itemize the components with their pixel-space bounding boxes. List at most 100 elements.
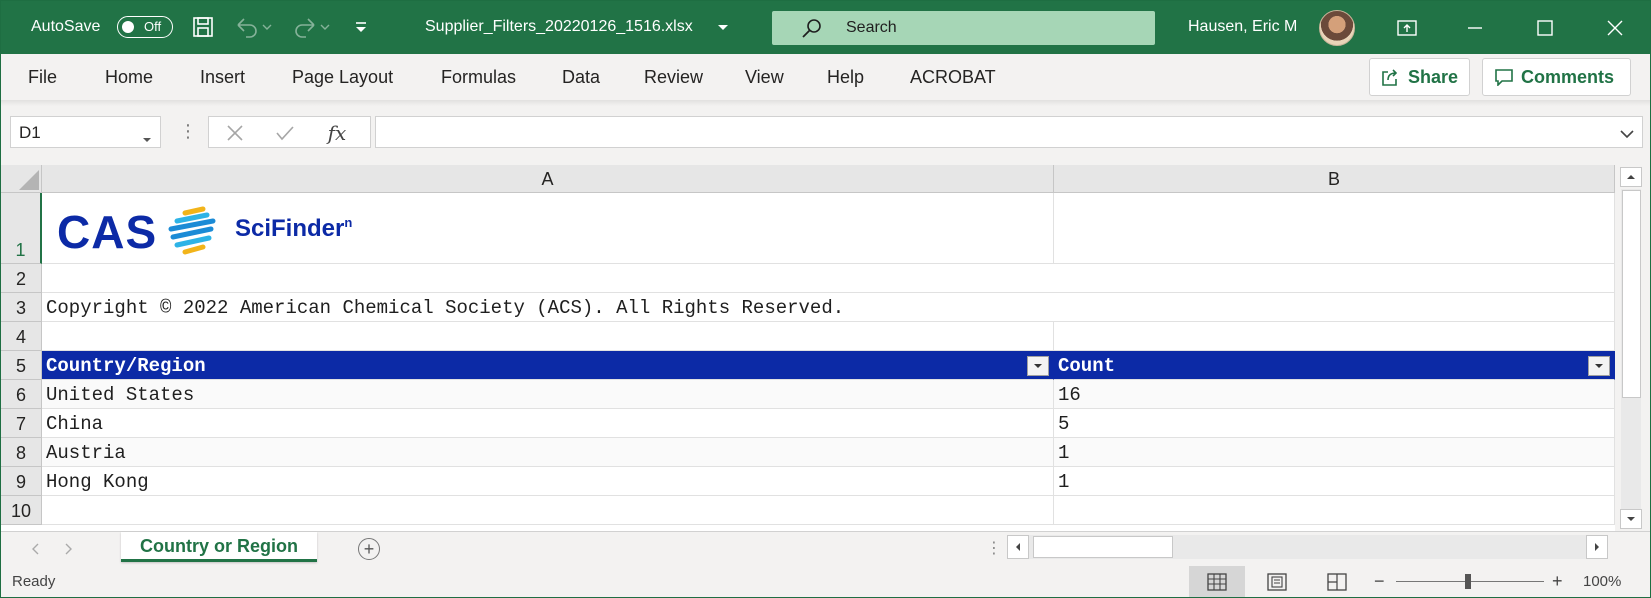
scroll-right-icon[interactable] <box>1586 535 1608 559</box>
row-header-9[interactable]: 9 <box>1 467 42 496</box>
table-cell-country[interactable]: United States <box>42 380 1054 409</box>
ribbon-display-icon[interactable] <box>1373 1 1441 54</box>
normal-view-icon[interactable] <box>1189 566 1245 597</box>
cancel-icon[interactable] <box>223 121 247 145</box>
user-name[interactable]: Hausen, Eric M <box>1188 18 1297 36</box>
comments-button[interactable]: Comments <box>1482 58 1631 96</box>
save-icon[interactable] <box>191 15 215 39</box>
scroll-left-icon[interactable] <box>1007 535 1029 559</box>
menu-view[interactable]: View <box>745 67 784 88</box>
filename-chevron-icon[interactable] <box>717 15 729 39</box>
row-header-10[interactable]: 10 <box>1 496 42 525</box>
sheet-tab-country-or-region[interactable]: Country or Region <box>121 532 317 562</box>
row-header-3[interactable]: 3 <box>1 293 42 322</box>
redo-icon[interactable] <box>291 15 331 39</box>
table-cell-country[interactable]: China <box>42 409 1054 438</box>
cell-a3[interactable]: Copyright © 2022 American Chemical Socie… <box>42 293 1615 322</box>
cell-a10[interactable] <box>42 496 1054 525</box>
cell-b1[interactable] <box>1054 193 1615 264</box>
page-layout-view-icon[interactable] <box>1249 566 1305 597</box>
vertical-scroll-thumb[interactable] <box>1622 190 1641 398</box>
filter-dropdown-icon[interactable] <box>1027 356 1049 376</box>
horizontal-scroll-thumb[interactable] <box>1033 536 1173 558</box>
page-break-view-icon[interactable] <box>1309 566 1365 597</box>
autosave-label: AutoSave <box>31 18 101 35</box>
cell-a2[interactable] <box>42 264 1615 293</box>
undo-icon[interactable] <box>233 15 273 39</box>
next-sheet-icon[interactable] <box>65 542 73 560</box>
table-cell-country[interactable]: Austria <box>42 438 1054 467</box>
zoom-in-button[interactable]: + <box>1552 571 1563 592</box>
name-box-value: D1 <box>19 123 41 142</box>
zoom-slider-thumb[interactable] <box>1465 574 1471 589</box>
horizontal-scrollbar[interactable] <box>1007 535 1608 559</box>
menu-insert[interactable]: Insert <box>200 67 245 88</box>
scroll-up-icon[interactable] <box>1620 167 1642 187</box>
row-header-4[interactable]: 4 <box>1 322 42 351</box>
enter-icon[interactable] <box>273 121 297 145</box>
formula-bar-grip-icon[interactable]: ⋮ <box>179 121 197 142</box>
row-header-1[interactable]: 1 <box>1 193 42 264</box>
menu-formulas[interactable]: Formulas <box>441 67 516 88</box>
vertical-scrollbar[interactable] <box>1615 165 1650 531</box>
formula-input[interactable] <box>375 116 1643 148</box>
table-cell-count[interactable]: 1 <box>1054 467 1615 496</box>
logo-cas-text: CAS <box>57 206 158 258</box>
table-header-country-label: Country/Region <box>46 355 206 377</box>
menu-page-layout[interactable]: Page Layout <box>292 67 393 88</box>
cell-b4[interactable] <box>1054 322 1615 351</box>
insert-function-icon[interactable]: fx <box>325 121 349 145</box>
table-cell-count[interactable]: 16 <box>1054 380 1615 409</box>
autosave-state: Off <box>144 19 162 34</box>
autosave-toggle[interactable]: Off <box>117 16 173 38</box>
cell-b10[interactable] <box>1054 496 1615 525</box>
name-box-chevron-icon[interactable] <box>142 129 152 149</box>
menu-bar: File Home Insert Page Layout Formulas Da… <box>1 54 1650 101</box>
menu-data[interactable]: Data <box>562 67 600 88</box>
column-header-b[interactable]: B <box>1054 165 1615 193</box>
table-cell-count[interactable]: 1 <box>1054 438 1615 467</box>
row-header-7[interactable]: 7 <box>1 409 42 438</box>
share-button[interactable]: Share <box>1369 58 1470 96</box>
select-all-triangle-icon <box>19 170 39 190</box>
cell-a4[interactable] <box>42 322 1054 351</box>
search-box[interactable]: Search <box>772 11 1155 45</box>
add-sheet-button[interactable]: + <box>358 538 380 560</box>
zoom-out-button[interactable]: − <box>1374 571 1385 592</box>
select-all-button[interactable] <box>1 165 42 193</box>
maximize-icon[interactable] <box>1511 1 1579 54</box>
search-placeholder: Search <box>846 19 897 36</box>
zoom-level[interactable]: 100% <box>1583 573 1621 590</box>
formula-bar-buttons: fx <box>208 116 371 148</box>
menu-acrobat[interactable]: ACROBAT <box>910 67 996 88</box>
table-cell-country[interactable]: Hong Kong <box>42 467 1054 496</box>
minimize-icon[interactable] <box>1441 1 1509 54</box>
logo-scifinder-text: SciFindern <box>235 215 352 243</box>
menu-home[interactable]: Home <box>105 67 153 88</box>
tab-split-handle-icon[interactable]: ⋮ <box>986 538 1002 558</box>
expand-formula-chevron-icon[interactable] <box>1620 126 1634 144</box>
table-header-count[interactable]: Count <box>1054 351 1615 380</box>
cas-logo-mark-icon <box>168 206 216 255</box>
menu-review[interactable]: Review <box>644 67 703 88</box>
row-header-6[interactable]: 6 <box>1 380 42 409</box>
user-avatar[interactable] <box>1319 10 1355 46</box>
excel-window: AutoSave Off Supplier_Filters_20220126_1… <box>0 0 1651 598</box>
column-header-a[interactable]: A <box>42 165 1054 193</box>
close-icon[interactable] <box>1581 1 1649 54</box>
row-header-5[interactable]: 5 <box>1 351 42 380</box>
previous-sheet-icon[interactable] <box>31 542 39 560</box>
menu-file[interactable]: File <box>28 67 57 88</box>
table-header-count-label: Count <box>1058 355 1116 377</box>
file-name[interactable]: Supplier_Filters_20220126_1516.xlsx <box>425 18 693 36</box>
row-header-2[interactable]: 2 <box>1 264 42 293</box>
name-box[interactable]: D1 <box>10 116 161 148</box>
customize-toolbar-icon[interactable] <box>353 15 369 39</box>
menu-help[interactable]: Help <box>827 67 864 88</box>
table-cell-count[interactable]: 5 <box>1054 409 1615 438</box>
scroll-down-icon[interactable] <box>1620 509 1642 529</box>
row-header-8[interactable]: 8 <box>1 438 42 467</box>
search-icon <box>800 17 824 46</box>
filter-dropdown-icon[interactable] <box>1588 356 1610 376</box>
table-header-country[interactable]: Country/Region <box>42 351 1054 380</box>
